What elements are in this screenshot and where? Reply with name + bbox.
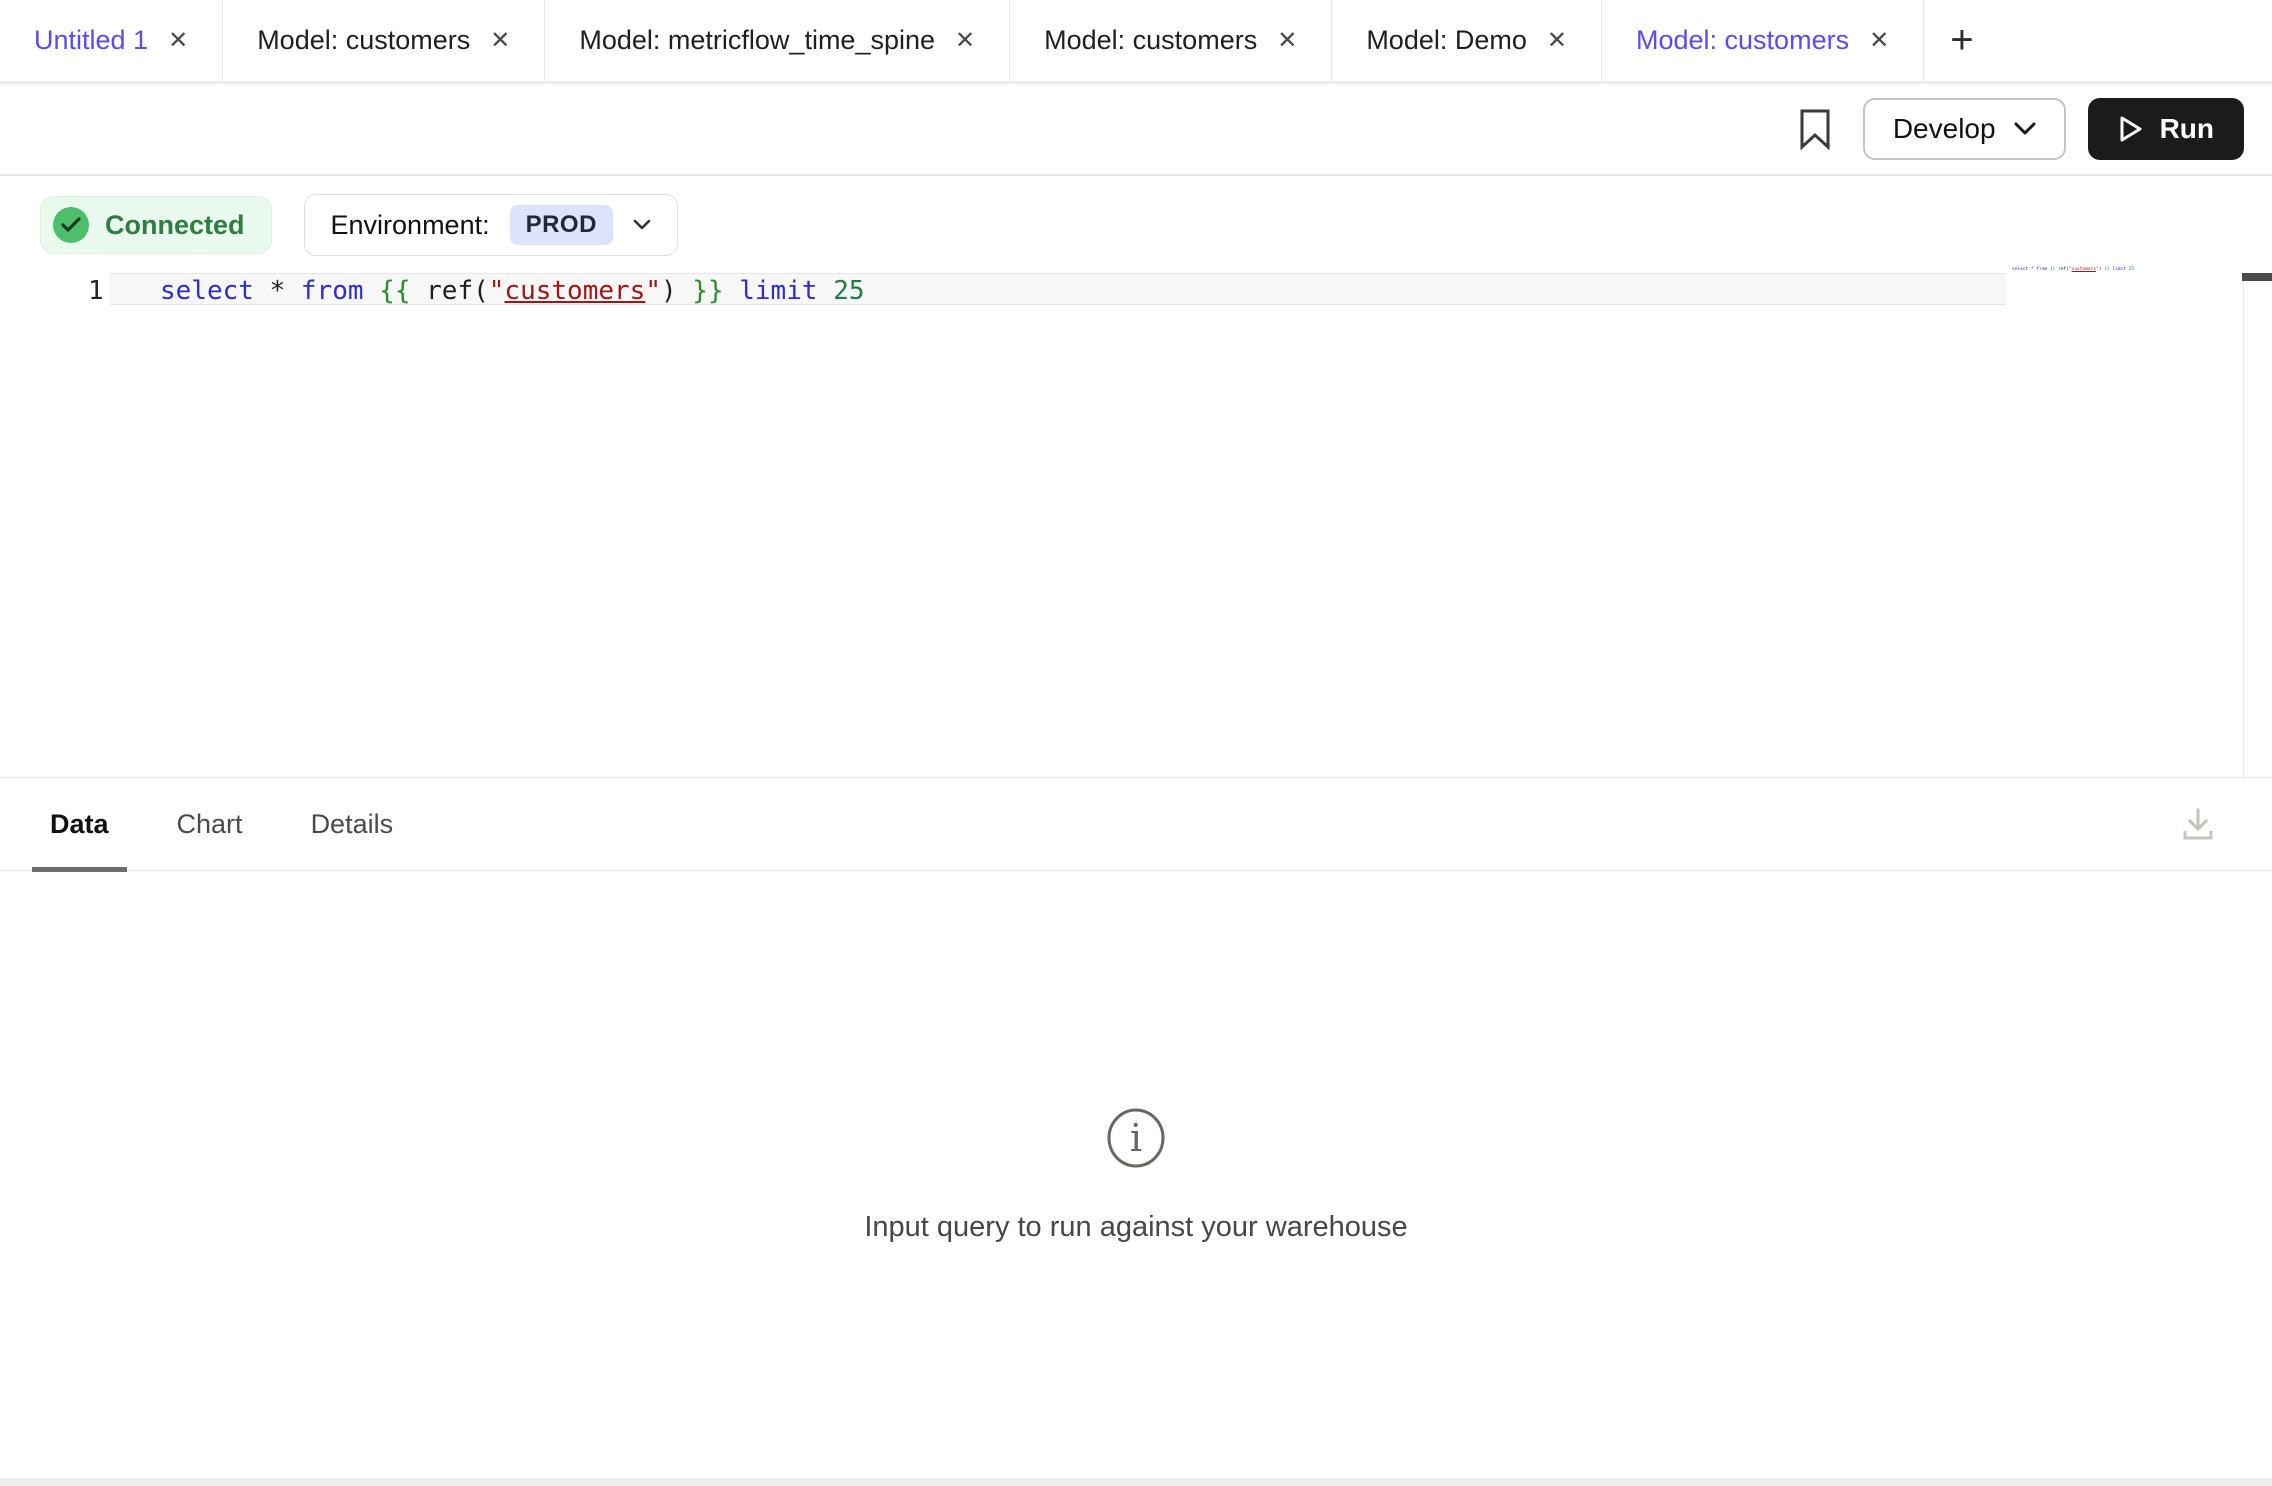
run-button-label: Run	[2160, 113, 2214, 145]
check-circle-icon	[53, 207, 89, 243]
empty-state: i Input query to run against your wareho…	[0, 1107, 2272, 1244]
plus-icon: +	[1950, 18, 1973, 63]
code-token-plain	[364, 276, 380, 306]
code-token-keyword: from	[2036, 267, 2047, 272]
add-tab-button[interactable]: +	[1924, 0, 1999, 81]
code-line[interactable]: select * from {{ ref("customers") }} lim…	[160, 276, 865, 306]
environment-value-badge: PROD	[510, 205, 613, 245]
tab-label: Model: customers	[257, 25, 470, 56]
code-token-number: 25	[2129, 267, 2134, 272]
code-token-keyword: limit	[739, 276, 817, 306]
code-token-keyword: select	[2012, 267, 2028, 272]
download-icon	[2179, 805, 2217, 843]
download-button[interactable]	[2176, 802, 2220, 846]
code-token-string-link[interactable]: customers	[2072, 267, 2096, 272]
close-tab-icon[interactable]: ✕	[168, 29, 188, 53]
info-icon: i	[1105, 1107, 1167, 1169]
environment-label: Environment:	[331, 210, 490, 241]
line-number: 1	[88, 276, 104, 306]
tab-list: Untitled 1✕Model: customers✕Model: metri…	[0, 0, 1924, 81]
code-token-string-link[interactable]: customers	[504, 276, 645, 306]
footer-strip	[0, 1478, 2272, 1486]
svg-text:i: i	[1130, 1116, 1142, 1160]
editor-scrollbar-track	[2243, 281, 2244, 777]
results-tab-label: Details	[311, 809, 394, 840]
bookmark-button[interactable]	[1785, 99, 1845, 159]
code-token-keyword: select	[160, 276, 254, 306]
code-token-plain	[724, 276, 740, 306]
run-button[interactable]: Run	[2088, 98, 2244, 160]
close-tab-icon[interactable]: ✕	[1869, 29, 1889, 53]
editor-tab-4[interactable]: Model: Demo ✕	[1332, 0, 1602, 81]
editor-tab-2[interactable]: Model: metricflow_time_spine ✕	[545, 0, 1010, 81]
code-token-keyword: limit	[2112, 267, 2126, 272]
results-tab-list: Data Chart Details	[32, 778, 411, 870]
code-token-string: "	[489, 276, 505, 306]
code-token-jinja: }}	[692, 276, 723, 306]
chevron-down-icon	[633, 219, 651, 231]
play-icon	[2118, 115, 2144, 143]
develop-button[interactable]: Develop	[1863, 98, 2066, 160]
tab-label: Model: customers	[1636, 25, 1849, 56]
sql-editor[interactable]: 1 select * from {{ ref("customers") }} l…	[0, 259, 2272, 777]
code-token-plain: ref(	[410, 276, 488, 306]
editor-tab-3[interactable]: Model: customers ✕	[1010, 0, 1332, 81]
editor-tab-1[interactable]: Model: customers ✕	[223, 0, 545, 81]
empty-state-message: Input query to run against your warehous…	[864, 1211, 1407, 1244]
editor-scrollbar-thumb[interactable]	[2242, 273, 2272, 281]
editor-tab-bar: Untitled 1✕Model: customers✕Model: metri…	[0, 0, 2272, 84]
connection-status-badge: Connected	[40, 196, 272, 254]
results-tab-bar: Data Chart Details	[0, 778, 2272, 871]
editor-tab-0[interactable]: Untitled 1 ✕	[0, 0, 223, 81]
bookmark-icon	[1799, 108, 1831, 150]
code-token-number: 25	[833, 276, 864, 306]
results-tab-label: Chart	[177, 809, 243, 840]
connection-status-text: Connected	[105, 210, 245, 241]
close-tab-icon[interactable]: ✕	[955, 29, 975, 53]
code-token-plain	[818, 276, 834, 306]
results-tab-data[interactable]: Data	[32, 778, 127, 870]
code-token-keyword: from	[301, 276, 364, 306]
code-token-jinja: {{	[379, 276, 410, 306]
code-token-plain: ref(	[2055, 267, 2069, 272]
editor-tab-5[interactable]: Model: customers ✕	[1602, 0, 1924, 81]
results-tab-label: Data	[50, 809, 109, 840]
results-panel: Data Chart Details i Input query to run ag…	[0, 777, 2272, 1478]
tab-label: Model: metricflow_time_spine	[579, 25, 935, 56]
chevron-down-icon	[2014, 122, 2036, 136]
status-row: Connected Environment: PROD	[0, 176, 2272, 256]
close-tab-icon[interactable]: ✕	[1547, 29, 1567, 53]
tab-label: Model: customers	[1044, 25, 1257, 56]
close-tab-icon[interactable]: ✕	[1277, 29, 1297, 53]
code-token-string: "	[645, 276, 661, 306]
code-token-plain: *	[254, 276, 301, 306]
results-tab-details[interactable]: Details	[293, 778, 412, 870]
tab-label: Model: Demo	[1366, 25, 1527, 56]
tab-label: Untitled 1	[34, 25, 148, 56]
code-token-plain: )	[661, 276, 692, 306]
develop-button-label: Develop	[1893, 113, 1996, 145]
editor-minimap[interactable]: select * from {{ ref("customers") }} lim…	[2012, 267, 2107, 273]
results-tab-chart[interactable]: Chart	[159, 778, 261, 870]
environment-selector[interactable]: Environment: PROD	[304, 194, 678, 256]
toolbar: Develop Run	[0, 84, 2272, 176]
close-tab-icon[interactable]: ✕	[490, 29, 510, 53]
